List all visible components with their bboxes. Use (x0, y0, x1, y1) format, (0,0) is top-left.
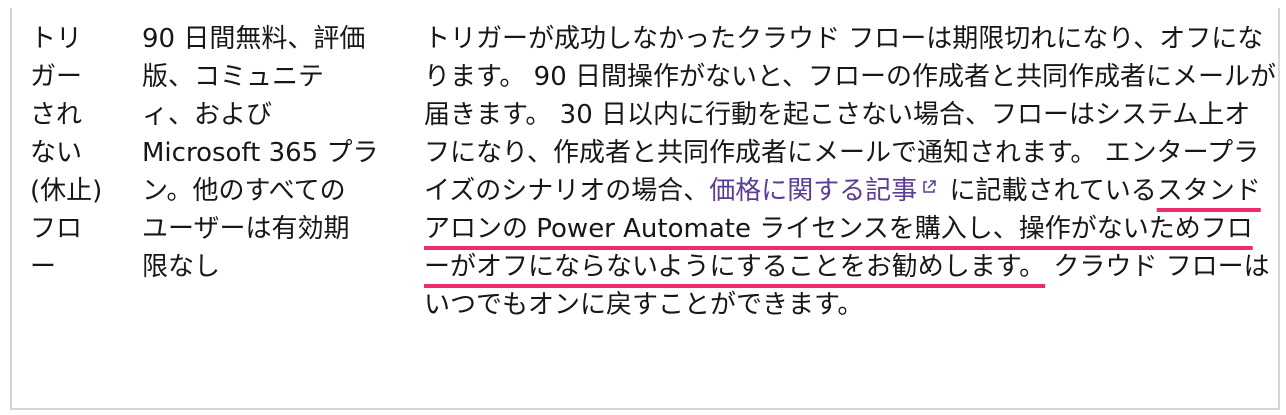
description-text-after-link: に記載されている (941, 176, 1157, 206)
external-link-icon (923, 180, 936, 193)
table-cell-flow-type: トリ ガー され ない (休止) フロ ー (30, 24, 103, 282)
table-row: トリ ガー され ない (休止) フロ ー 90 日間無料、評価 版、コミュニテ… (10, 8, 1280, 410)
table-cell-description: トリガーが成功しなかったクラウド フローは期限切れになり、オフになります。 90… (424, 20, 1276, 324)
table-cell-plan: 90 日間無料、評価 版、コミュニテ ィ、および Microsoft 365 プ… (142, 24, 379, 282)
pricing-article-link[interactable]: 価格に関する記事 (709, 176, 941, 206)
pricing-article-link-label: 価格に関する記事 (709, 176, 918, 206)
